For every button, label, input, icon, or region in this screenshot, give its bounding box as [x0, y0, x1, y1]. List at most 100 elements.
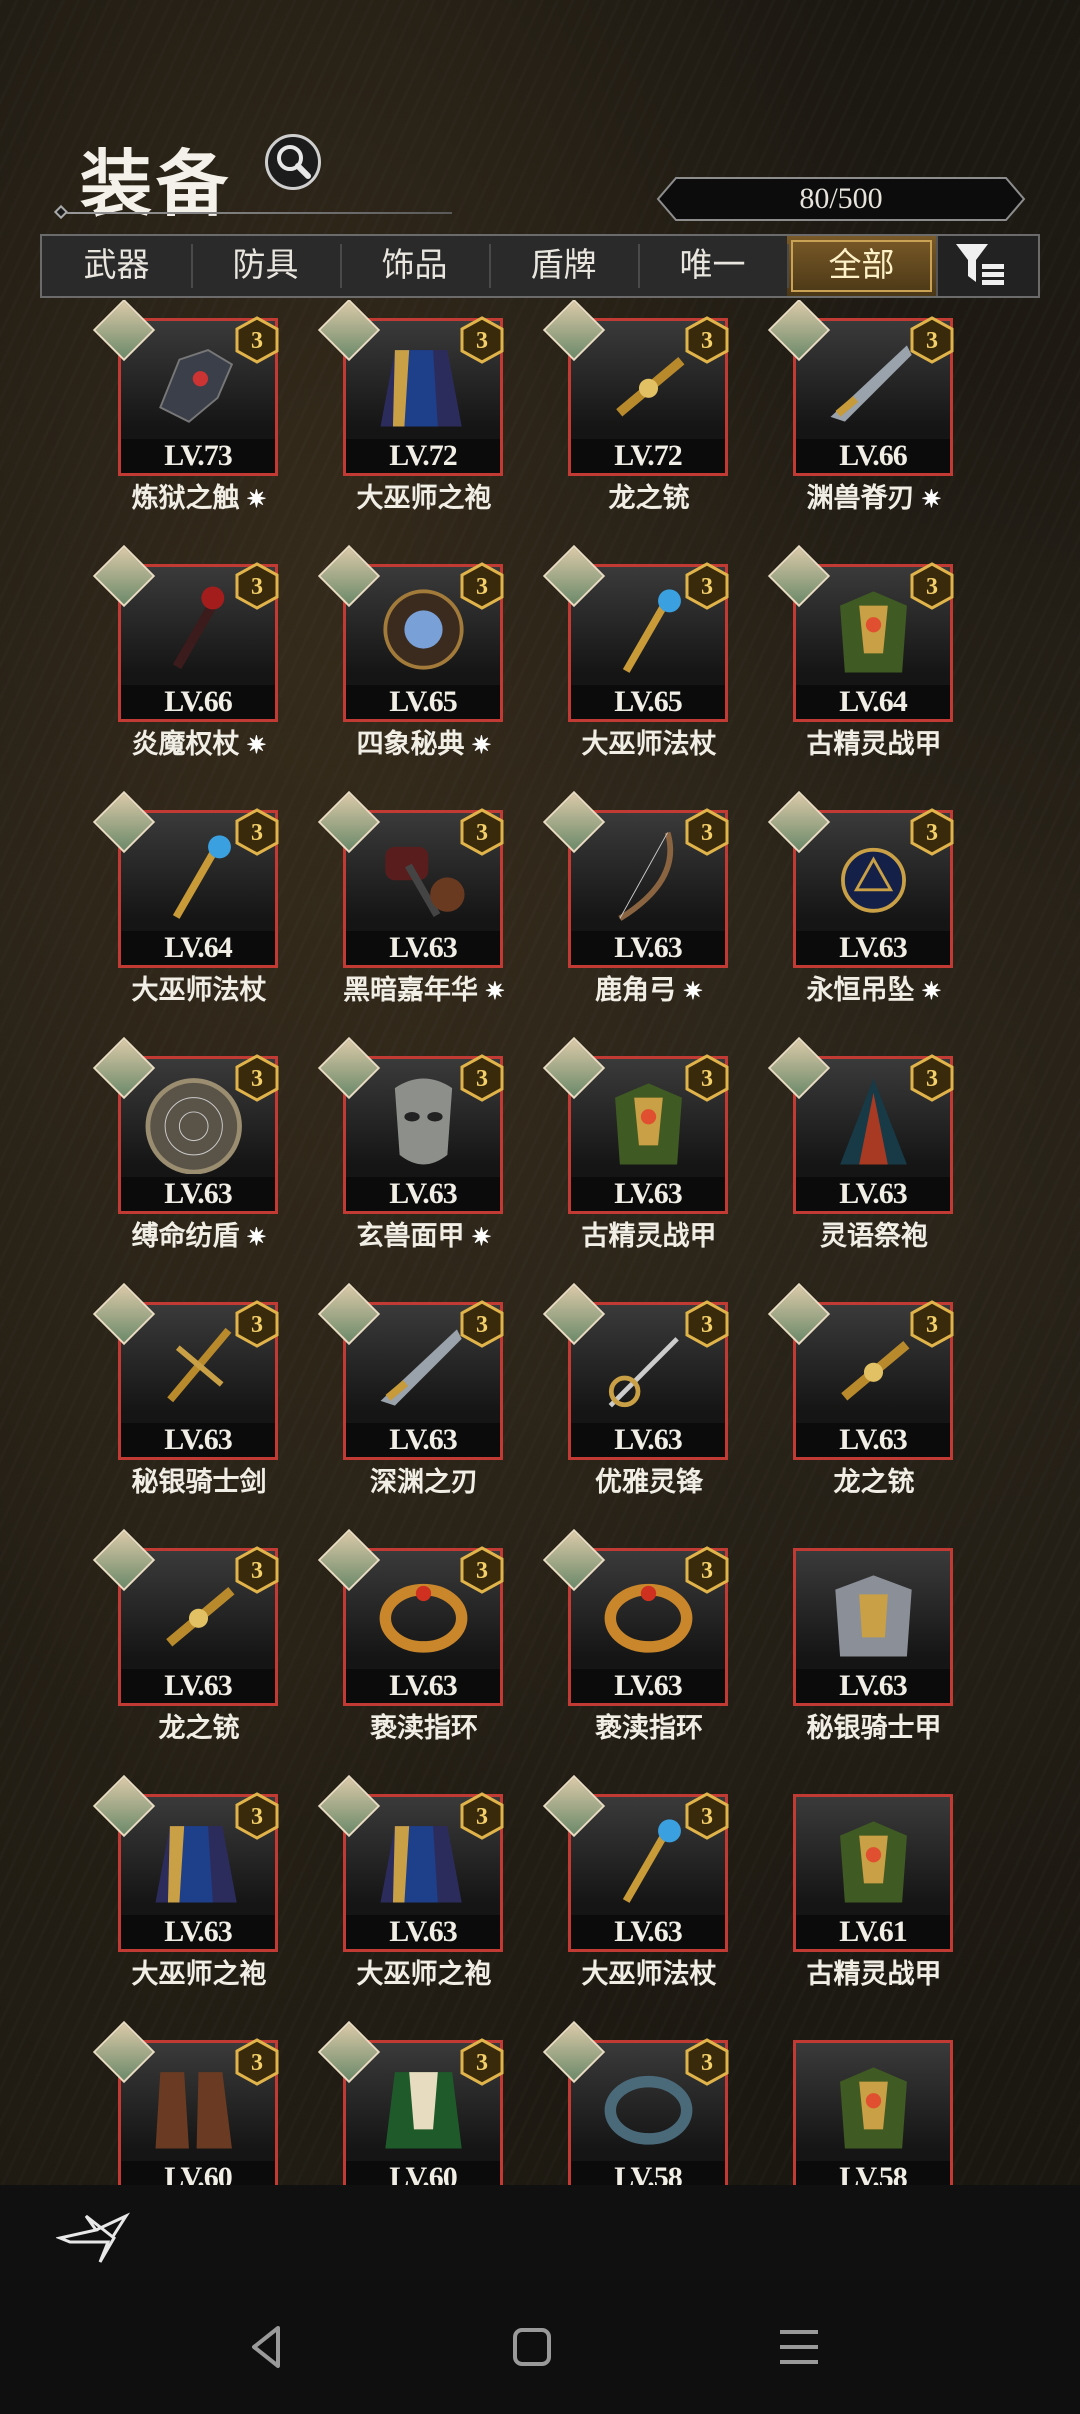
hero-avatar-icon: [319, 792, 375, 848]
equipment-item[interactable]: LV.63 3 深渊之刃: [319, 1284, 519, 1514]
equipment-item[interactable]: LV.63 3 玄兽面甲 ✷: [319, 1038, 519, 1268]
grade-badge-icon: 3: [685, 1546, 729, 1594]
equipment-item[interactable]: LV.65 3 四象秘典 ✷: [319, 546, 519, 776]
equipment-item[interactable]: LV.64 3 大巫师法杖: [94, 792, 294, 1022]
item-level: LV.63: [121, 1915, 275, 1949]
item-level: LV.58: [796, 2161, 950, 2185]
svg-text:3: 3: [926, 1066, 938, 1092]
svg-text:3: 3: [476, 2050, 488, 2076]
hero-avatar-icon: [94, 546, 150, 602]
equipment-item[interactable]: LV.72 3 大巫师之袍: [319, 300, 519, 530]
svg-text:3: 3: [251, 574, 263, 600]
grade-badge-icon: 3: [685, 808, 729, 856]
hero-avatar-icon: [94, 300, 150, 356]
svg-text:3: 3: [926, 820, 938, 846]
equipment-item[interactable]: LV.63 3 大巫师之袍: [319, 1776, 519, 2006]
item-card: LV.61: [793, 1794, 953, 1952]
hero-avatar-icon: [319, 2022, 375, 2078]
item-level: LV.63: [796, 1669, 950, 1703]
tab-unique[interactable]: 唯一: [638, 236, 787, 296]
grade-badge-icon: 3: [460, 2038, 504, 2086]
item-name: 古精灵战甲: [581, 1221, 717, 1251]
hero-avatar-icon: [94, 2022, 150, 2078]
item-level: LV.63: [796, 1423, 950, 1457]
equipment-item[interactable]: LV.63 3 优雅灵锋: [544, 1284, 744, 1514]
item-name: 古精灵战甲: [806, 729, 942, 759]
svg-text:3: 3: [476, 1312, 488, 1338]
equipment-item[interactable]: LV.63 3 鹿角弓 ✷: [544, 792, 744, 1022]
equipment-item[interactable]: LV.64 3 古精灵战甲: [769, 546, 969, 776]
tab-all[interactable]: 全部: [787, 236, 936, 296]
grade-badge-icon: 3: [910, 1054, 954, 1102]
equipment-item[interactable]: LV.63 3 大巫师之袍: [94, 1776, 294, 2006]
hero-avatar-icon: [544, 792, 600, 848]
svg-text:3: 3: [251, 820, 263, 846]
equipment-item[interactable]: LV.63 3 秘银骑士剑: [94, 1284, 294, 1514]
search-button[interactable]: [265, 134, 321, 190]
equipment-item[interactable]: LV.66 3 渊兽脊刃 ✷: [769, 300, 969, 530]
equipment-item[interactable]: LV.63 3 大巫师法杖: [544, 1776, 744, 2006]
item-level: LV.63: [346, 1177, 500, 1211]
item-name: 大巫师法杖: [581, 729, 717, 759]
grade-badge-icon: 3: [685, 1054, 729, 1102]
equipment-item[interactable]: LV.61 古精灵战甲: [769, 1776, 969, 2006]
item-level: LV.63: [121, 1423, 275, 1457]
svg-text:3: 3: [476, 1066, 488, 1092]
category-tabs: 武器 防具 饰品 盾牌 唯一 全部: [40, 234, 1040, 298]
hero-avatar-icon: [319, 1038, 375, 1094]
item-level: LV.60: [121, 2161, 275, 2185]
svg-text:3: 3: [476, 1558, 488, 1584]
svg-text:3: 3: [251, 1312, 263, 1338]
equipment-item[interactable]: LV.60 3: [94, 2022, 294, 2185]
equipment-item[interactable]: LV.60 3: [319, 2022, 519, 2185]
tab-armor[interactable]: 防具: [191, 236, 340, 296]
filter-button[interactable]: [936, 236, 1038, 296]
equipment-item[interactable]: LV.63 3 灵语祭袍: [769, 1038, 969, 1268]
equipment-item[interactable]: LV.72 3 龙之铳: [544, 300, 744, 530]
equipment-item[interactable]: LV.58 3: [544, 2022, 744, 2185]
grade-badge-icon: 3: [460, 808, 504, 856]
equipment-item[interactable]: LV.63 3 缚命纺盾 ✷: [94, 1038, 294, 1268]
equipment-item[interactable]: LV.66 3 炎魔权杖 ✷: [94, 546, 294, 776]
equipment-item[interactable]: LV.63 3 亵渎指环: [544, 1530, 744, 1760]
hero-avatar-icon: [94, 1776, 150, 1832]
svg-text:3: 3: [926, 1312, 938, 1338]
equipment-item[interactable]: LV.63 3 永恒吊坠 ✷: [769, 792, 969, 1022]
equipment-item[interactable]: LV.63 3 龙之铳: [94, 1530, 294, 1760]
equipment-item[interactable]: LV.58: [769, 2022, 969, 2185]
equipment-item[interactable]: LV.63 3 黑暗嘉年华 ✷: [319, 792, 519, 1022]
home-icon[interactable]: [505, 2320, 559, 2374]
item-name: 亵渎指环: [595, 1713, 703, 1743]
item-level: LV.63: [571, 1669, 725, 1703]
item-name: 玄兽面甲 ✷: [356, 1221, 492, 1251]
tab-accessories[interactable]: 饰品: [340, 236, 489, 296]
svg-text:3: 3: [476, 328, 488, 354]
tab-weapons[interactable]: 武器: [42, 236, 191, 296]
item-level: LV.63: [346, 931, 500, 965]
equipment-item[interactable]: LV.63 3 古精灵战甲: [544, 1038, 744, 1268]
grade-badge-icon: 3: [685, 562, 729, 610]
item-level: LV.66: [121, 685, 275, 719]
item-level: LV.72: [571, 439, 725, 473]
recents-icon[interactable]: [772, 2320, 826, 2374]
item-level: LV.63: [571, 1915, 725, 1949]
equipment-item[interactable]: LV.65 3 大巫师法杖: [544, 546, 744, 776]
game-logo-icon[interactable]: [54, 2208, 136, 2268]
item-level: LV.63: [346, 1423, 500, 1457]
equipment-item[interactable]: LV.63 3 亵渎指环: [319, 1530, 519, 1760]
grade-badge-icon: 3: [910, 808, 954, 856]
back-icon[interactable]: [240, 2320, 294, 2374]
equipment-item[interactable]: LV.63 秘银骑士甲: [769, 1530, 969, 1760]
inventory-capacity: 80/500: [656, 176, 1026, 222]
tab-shields[interactable]: 盾牌: [489, 236, 638, 296]
hero-avatar-icon: [544, 1284, 600, 1340]
item-card: LV.63: [793, 1548, 953, 1706]
equipment-item[interactable]: LV.63 3 龙之铳: [769, 1284, 969, 1514]
svg-text:3: 3: [701, 1558, 713, 1584]
svg-text:3: 3: [701, 1312, 713, 1338]
hero-avatar-icon: [544, 1038, 600, 1094]
equipment-item[interactable]: LV.73 3 炼狱之触 ✷: [94, 300, 294, 530]
search-icon: [277, 145, 311, 179]
item-level: LV.64: [121, 931, 275, 965]
hero-avatar-icon: [769, 792, 825, 848]
